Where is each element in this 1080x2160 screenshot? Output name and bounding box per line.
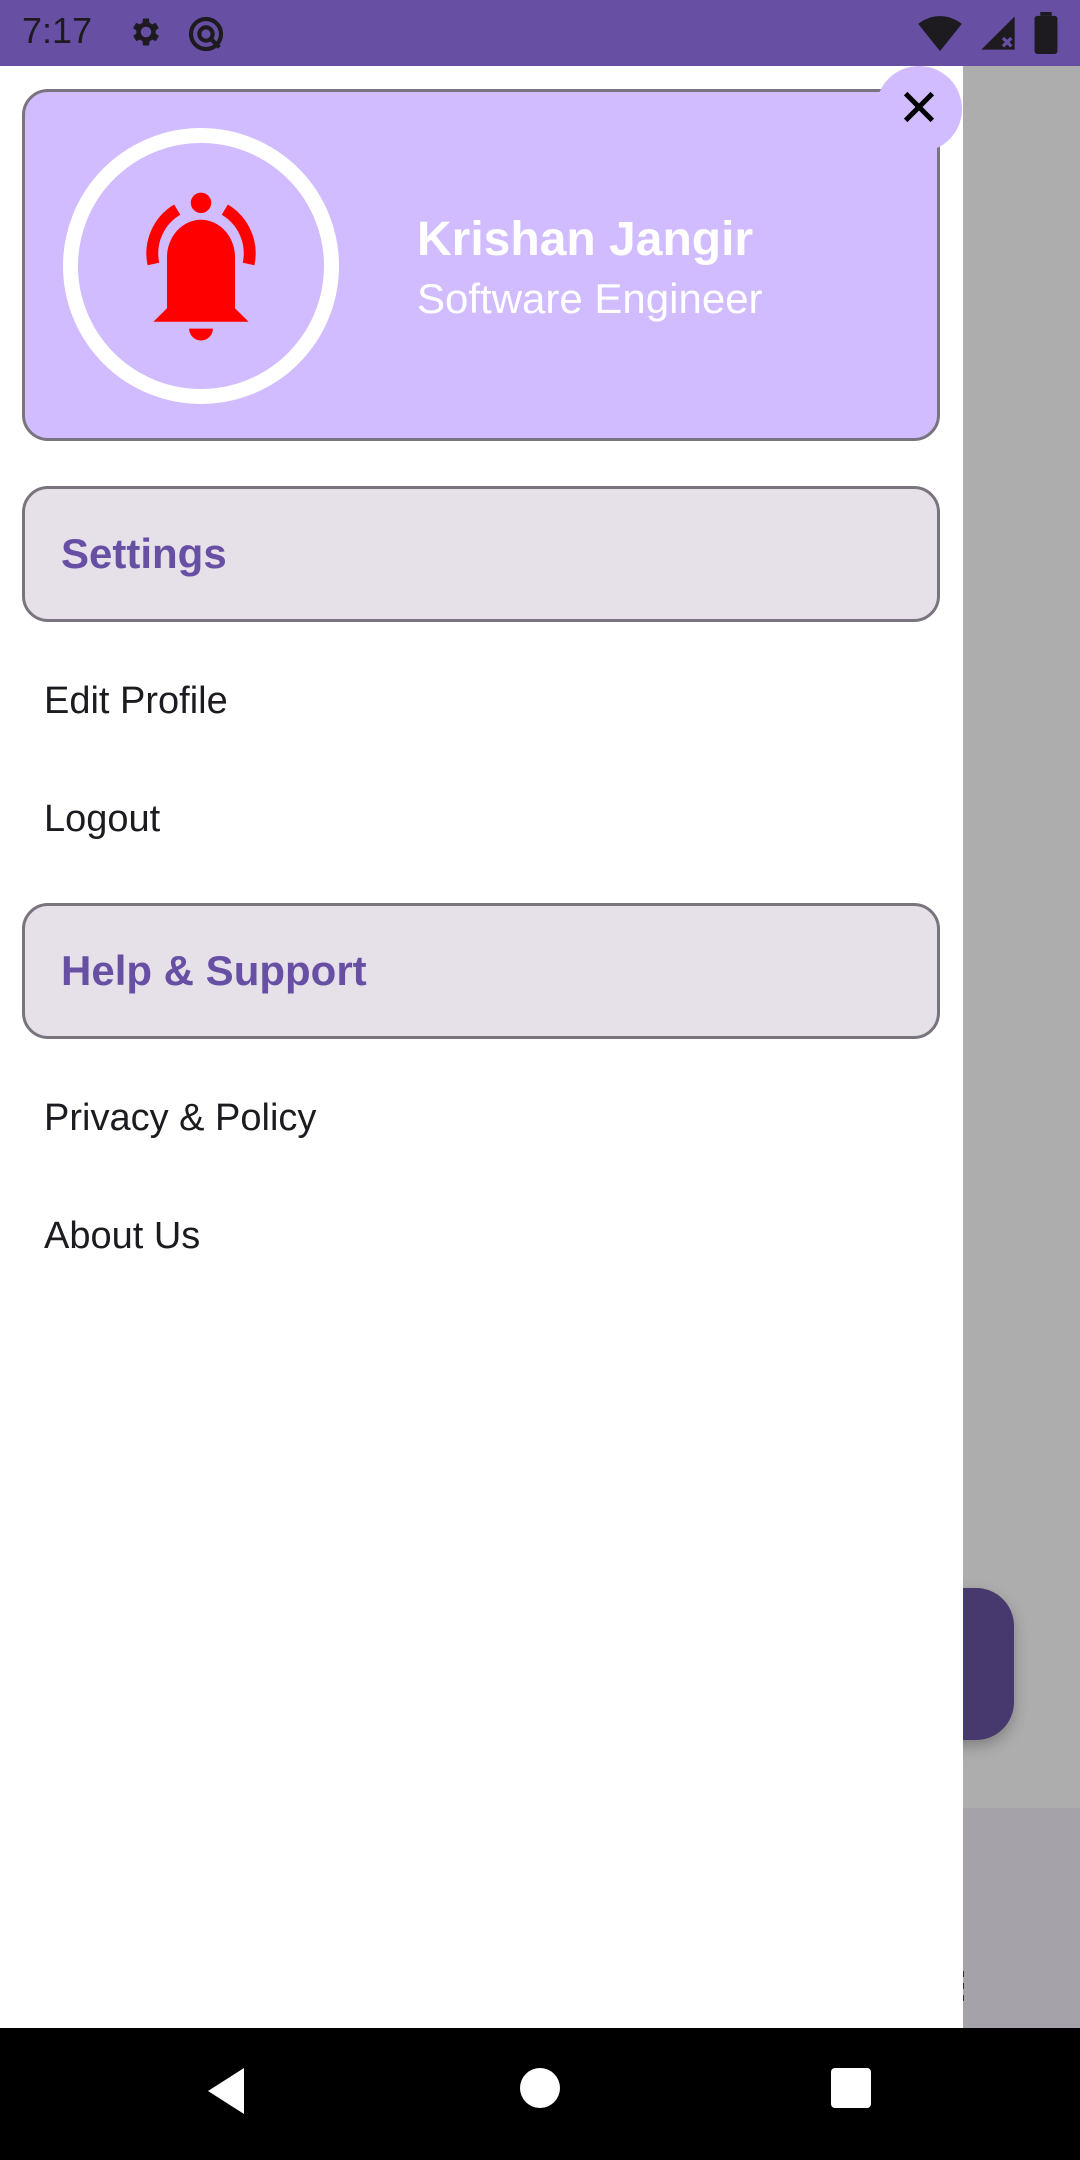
gear-icon [128,14,164,55]
section-header-help-support[interactable]: Help & Support [22,903,940,1039]
signal-icon [978,13,1018,58]
status-time: 7:17 [22,10,93,51]
menu-item-edit-profile[interactable]: Edit Profile [44,680,228,723]
menu-item-logout[interactable]: Logout [44,798,160,841]
system-nav-bar [0,2028,1080,2160]
profile-card: Krishan Jangir Software Engineer [22,89,940,441]
sync-icon [186,14,226,59]
recents-icon[interactable] [829,2066,873,2115]
section-header-settings[interactable]: Settings [22,486,940,622]
navigation-drawer: Krishan Jangir Software Engineer Setting… [0,66,963,2028]
battery-icon [1034,12,1058,59]
wifi-icon [918,13,962,58]
bell-ringing-icon [116,179,286,354]
profile-name: Krishan Jangir [417,213,754,266]
profile-role: Software Engineer [417,275,763,322]
status-bar: 7:17 [0,0,1080,66]
menu-item-privacy-policy[interactable]: Privacy & Policy [44,1097,316,1140]
home-icon[interactable] [518,2066,562,2115]
section-title: Settings [61,530,227,577]
close-icon [899,87,939,132]
back-icon[interactable] [204,2066,248,2121]
section-title: Help & Support [61,947,367,994]
menu-item-about-us[interactable]: About Us [44,1215,200,1258]
avatar [63,128,339,404]
close-drawer-button[interactable] [876,66,962,152]
